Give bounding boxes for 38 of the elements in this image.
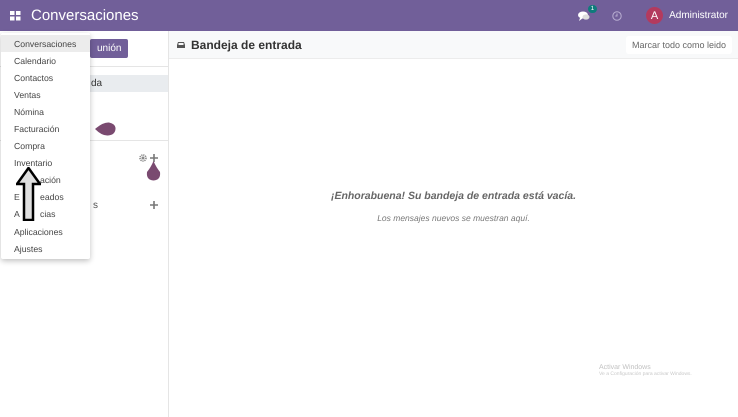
menu-item[interactable]: ación [1, 172, 90, 189]
plus-icon[interactable] [150, 201, 158, 209]
menu-item[interactable]: Inventario [1, 154, 90, 172]
drop-marker-icon [146, 161, 161, 181]
up-arrow-icon [16, 167, 41, 221]
menu-item-text[interactable]: cias [40, 209, 56, 220]
menu-item[interactable]: Ajustes [1, 240, 90, 258]
chat-icon[interactable] [578, 10, 590, 20]
menu-item-text[interactable]: A [14, 209, 20, 220]
empty-inbox-subtitle: Los mensajes nuevos se muestran aquí. [377, 212, 530, 222]
sidebar-item[interactable]: da [90, 75, 168, 92]
menu-item[interactable]: Ventas [1, 86, 90, 104]
gear-icon[interactable] [139, 154, 147, 162]
menu-item[interactable]: Conversaciones [1, 35, 90, 52]
empty-inbox-title: ¡Enhorabuena! Su bandeja de entrada está vacía. [330, 190, 576, 202]
start-meeting-button[interactable]: unión [90, 39, 128, 58]
sidebar-section-label: s [93, 200, 98, 210]
menu-item[interactable]: Aplicaciones [1, 223, 90, 240]
page-title: Bandeja de entrada [191, 38, 302, 52]
menu-item-text[interactable]: ación [40, 175, 61, 186]
menu-item[interactable]: Nómina [1, 103, 90, 120]
inbox-icon [177, 42, 185, 48]
apps-menu-icon[interactable] [10, 10, 21, 20]
menu-item[interactable]: Calendario [1, 52, 90, 70]
menu-item[interactable]: E eados [1, 188, 90, 206]
menu-item-text[interactable]: E [14, 192, 20, 202]
menu-item[interactable]: Contactos [1, 69, 90, 86]
menu-item[interactable]: A cias [1, 206, 90, 224]
menu-item[interactable]: Facturación [1, 120, 90, 138]
user-avatar[interactable]: A [646, 7, 664, 24]
menu-item-text[interactable]: eados [40, 192, 64, 202]
clock-icon[interactable] [612, 10, 622, 20]
plus-icon[interactable] [150, 154, 158, 162]
app-title: Conversaciones [31, 7, 139, 24]
mark-all-read-button[interactable]: Marcar todo como leido [626, 36, 732, 54]
user-name[interactable]: Administrator [669, 10, 728, 21]
menu-item[interactable]: Compra [1, 138, 90, 155]
drop-marker-icon [95, 122, 116, 136]
